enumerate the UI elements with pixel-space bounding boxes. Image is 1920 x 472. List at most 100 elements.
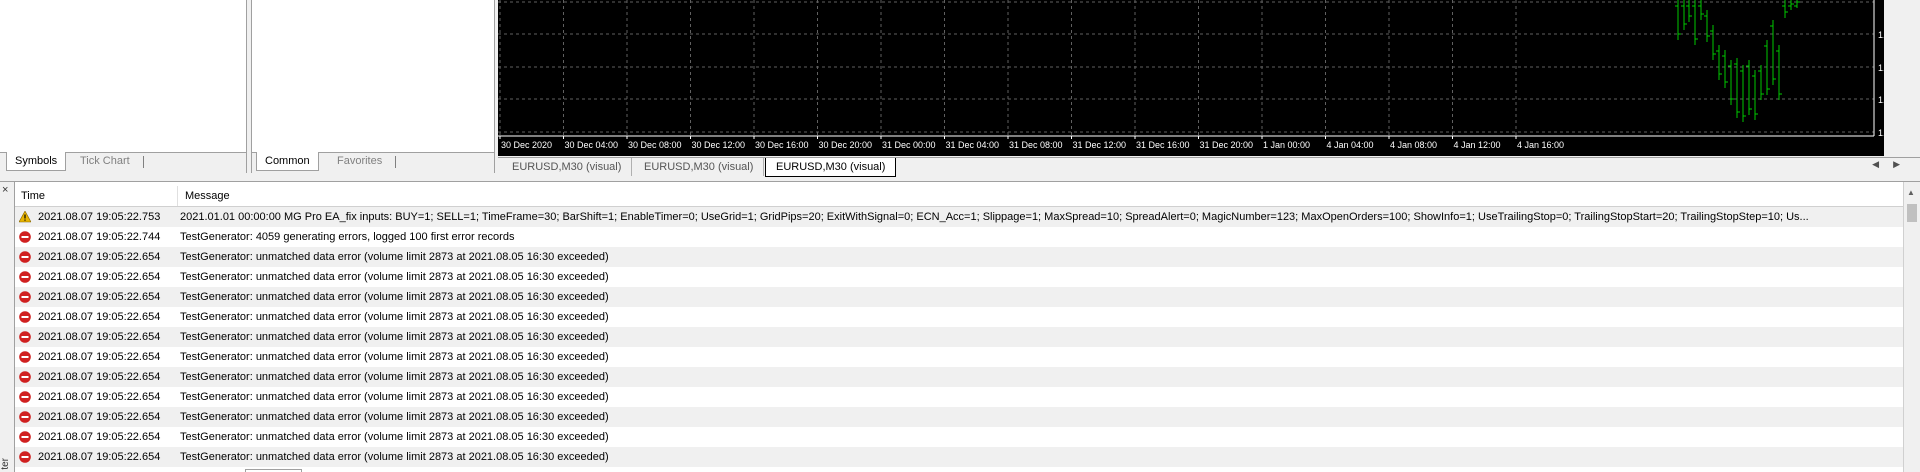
log-message: 2021.01.01 00:00:00 MG Pro EA_fix inputs…	[180, 211, 1809, 223]
time-label: 1 Jan 00:00	[1263, 140, 1310, 150]
log-time: 2021.08.07 19:05:22.654	[38, 311, 161, 323]
error-icon	[19, 331, 31, 343]
scrollbar-thumb[interactable]	[1907, 204, 1917, 222]
price-label: 1.22260	[1878, 30, 1884, 40]
chart-tab-scroll-arrows[interactable]: ◀▶	[1872, 159, 1914, 170]
time-label: 4 Jan 08:00	[1390, 140, 1437, 150]
table-row[interactable]: 2021.08.07 19:05:22.654 TestGenerator: un…	[15, 347, 1904, 367]
log-time: 2021.08.07 19:05:22.753	[38, 211, 161, 223]
log-message: TestGenerator: unmatched data error (vol…	[180, 251, 609, 263]
chart-tabbar: EURUSD,M30 (visual) EURUSD,M30 (visual) …	[498, 157, 1920, 178]
error-icon	[19, 351, 31, 363]
error-icon	[19, 271, 31, 283]
tab-separator	[395, 156, 396, 168]
log-time: 2021.08.07 19:05:22.654	[38, 351, 161, 363]
log-message: TestGenerator: unmatched data error (vol…	[180, 451, 609, 463]
table-row[interactable]: 2021.08.07 19:05:22.753 2021.01.01 00:00:…	[15, 207, 1904, 227]
tab-separator	[143, 156, 144, 168]
common-tabbar: Common Favorites	[252, 152, 494, 174]
time-label: 30 Dec 2020	[501, 140, 552, 150]
table-row[interactable]: 2021.08.07 19:05:22.744 TestGenerator: 40…	[15, 227, 1904, 247]
table-row[interactable]: 2021.08.07 19:05:22.654 TestGenerator: un…	[15, 327, 1904, 347]
time-label: 4 Jan 12:00	[1454, 140, 1501, 150]
column-header-time[interactable]: Time	[15, 186, 178, 206]
tab-symbols[interactable]: Symbols	[6, 152, 67, 171]
price-axis: 1.22260 1.22195 1.22130 1.22065	[1873, 0, 1884, 138]
time-label: 4 Jan 16:00	[1517, 140, 1564, 150]
log-time: 2021.08.07 19:05:22.654	[38, 331, 161, 343]
log-message: TestGenerator: unmatched data error (vol…	[180, 411, 609, 423]
time-label: 31 Dec 08:00	[1009, 140, 1063, 150]
tab-tick-chart[interactable]: Tick Chart	[72, 152, 138, 170]
chart-candles	[1675, 0, 1800, 122]
price-chart[interactable]: 1.22260 1.22195 1.22130 1.22065 30 Dec 2020…	[498, 0, 1884, 156]
table-row[interactable]: 2021.08.07 19:05:22.654 TestGenerator: un…	[15, 367, 1904, 387]
log-time: 2021.08.07 19:05:22.654	[38, 451, 161, 463]
log-message: TestGenerator: unmatched data error (vol…	[180, 271, 609, 283]
chart-tab-3[interactable]: EURUSD,M30 (visual)	[765, 158, 897, 177]
time-label: 31 Dec 12:00	[1073, 140, 1127, 150]
terminal-side-label: ter	[0, 458, 11, 470]
price-label: 1.22065	[1878, 128, 1884, 138]
log-time: 2021.08.07 19:05:22.744	[38, 231, 161, 243]
terminal-journal: × ter Time Message 2021.08.07 19:05:22.7…	[0, 181, 1920, 472]
arrow-left-icon[interactable]: ◀	[1872, 159, 1893, 169]
log-message: TestGenerator: unmatched data error (vol…	[180, 431, 609, 443]
chart-tab-1[interactable]: EURUSD,M30 (visual)	[502, 158, 633, 176]
scroll-up-icon[interactable]: ▲	[1907, 188, 1915, 197]
error-icon	[19, 251, 31, 263]
table-row[interactable]: 2021.08.07 19:05:22.654 TestGenerator: un…	[15, 307, 1904, 327]
time-label: 4 Jan 04:00	[1327, 140, 1374, 150]
log-message: TestGenerator: unmatched data error (vol…	[180, 391, 609, 403]
time-label: 31 Dec 04:00	[946, 140, 1000, 150]
arrow-right-icon[interactable]: ▶	[1893, 159, 1914, 169]
log-message: TestGenerator: unmatched data error (vol…	[180, 351, 609, 363]
error-icon	[19, 411, 31, 423]
symbols-panel: Symbols Tick Chart	[0, 0, 247, 174]
log-time: 2021.08.07 19:05:22.654	[38, 251, 161, 263]
chart-canvas[interactable]: 1.22260 1.22195 1.22130 1.22065 30 Dec 2020…	[498, 0, 1884, 156]
time-label: 30 Dec 20:00	[819, 140, 873, 150]
log-time: 2021.08.07 19:05:22.654	[38, 371, 161, 383]
chart-grid	[498, 0, 1874, 136]
tab-common[interactable]: Common	[256, 152, 319, 171]
log-time: 2021.08.07 19:05:22.654	[38, 271, 161, 283]
table-row[interactable]: 2021.08.07 19:05:22.654 TestGenerator: un…	[15, 407, 1904, 427]
table-row[interactable]: 2021.08.07 19:05:22.654 TestGenerator: un…	[15, 267, 1904, 287]
common-panel: Common Favorites	[251, 0, 495, 174]
table-row[interactable]: 2021.08.07 19:05:22.654 TestGenerator: un…	[15, 447, 1904, 467]
chart-tab-2[interactable]: EURUSD,M30 (visual)	[634, 158, 765, 176]
time-label: 31 Dec 16:00	[1136, 140, 1190, 150]
error-icon	[19, 371, 31, 383]
error-icon	[19, 231, 31, 243]
log-message: TestGenerator: unmatched data error (vol…	[180, 371, 609, 383]
table-row[interactable]: 2021.08.07 19:05:22.654 TestGenerator: un…	[15, 427, 1904, 447]
vertical-scrollbar[interactable]: ▲	[1903, 182, 1920, 472]
time-label: 30 Dec 04:00	[565, 140, 619, 150]
price-label: 1.22195	[1878, 63, 1884, 73]
log-time: 2021.08.07 19:05:22.654	[38, 411, 161, 423]
warning-icon	[19, 211, 31, 223]
error-icon	[19, 451, 31, 463]
terminal-side-strip: × ter	[0, 182, 15, 472]
table-row[interactable]: 2021.08.07 19:05:22.654 TestGenerator: un…	[15, 287, 1904, 307]
table-row[interactable]: 2021.08.07 19:05:22.654 TestGenerator: un…	[15, 387, 1904, 407]
log-header: Time Message	[15, 186, 1904, 207]
log-message: TestGenerator: 4059 generating errors, l…	[180, 231, 515, 243]
log-message: TestGenerator: unmatched data error (vol…	[180, 311, 609, 323]
error-icon	[19, 311, 31, 323]
error-icon	[19, 291, 31, 303]
time-label: 31 Dec 20:00	[1200, 140, 1254, 150]
column-header-message[interactable]: Message	[179, 186, 1885, 206]
time-label: 31 Dec 00:00	[882, 140, 936, 150]
time-label: 30 Dec 12:00	[692, 140, 746, 150]
error-icon	[19, 391, 31, 403]
tab-favorites[interactable]: Favorites	[329, 152, 390, 170]
table-row[interactable]: 2021.08.07 19:05:22.654 TestGenerator: un…	[15, 247, 1904, 267]
close-icon[interactable]: ×	[2, 184, 8, 196]
price-label: 1.22130	[1878, 95, 1884, 105]
log-message: TestGenerator: unmatched data error (vol…	[180, 291, 609, 303]
log-message: TestGenerator: unmatched data error (vol…	[180, 331, 609, 343]
log-list[interactable]: 2021.08.07 19:05:22.753 2021.01.01 00:00:…	[15, 207, 1904, 472]
log-time: 2021.08.07 19:05:22.654	[38, 391, 161, 403]
